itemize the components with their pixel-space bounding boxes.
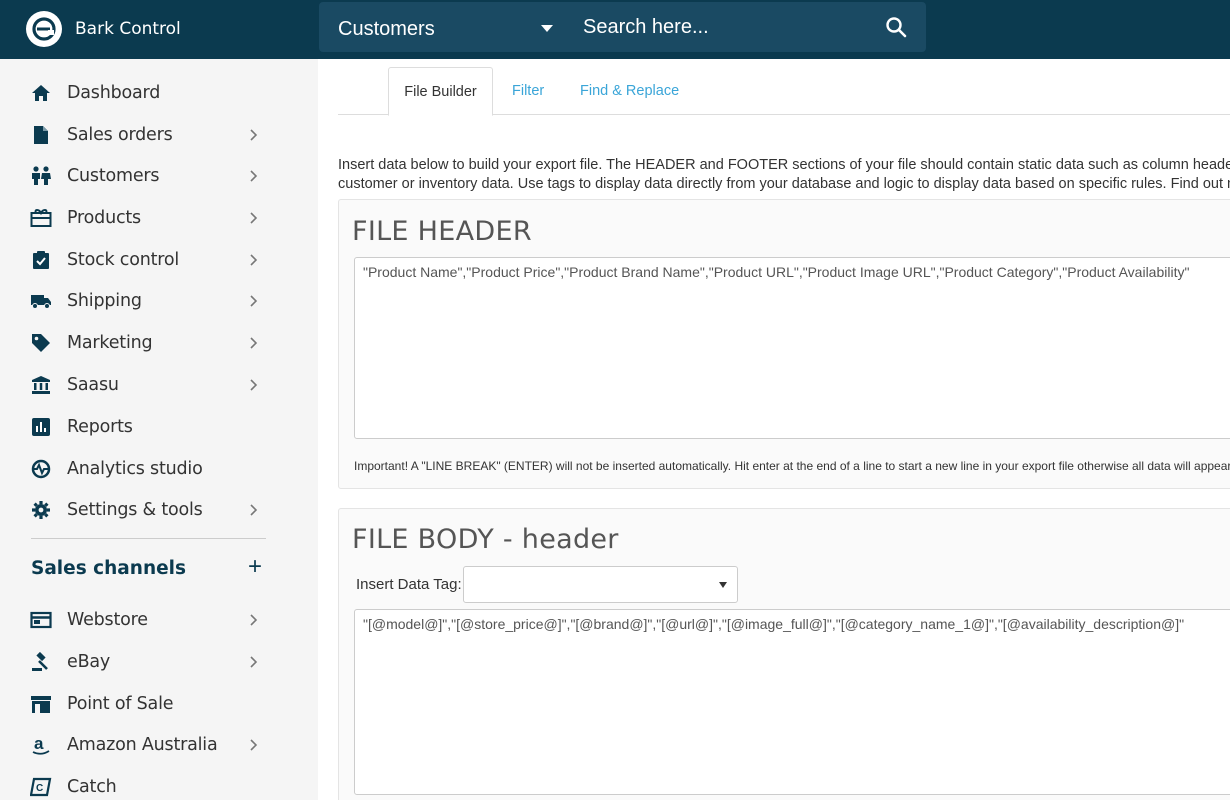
- sidebar-item-label: Saasu: [67, 375, 119, 395]
- storefront-icon: [30, 693, 52, 715]
- bar-chart-icon: [30, 416, 52, 438]
- sidebar-item-label: Point of Sale: [67, 694, 174, 714]
- intro-line-2: customer or inventory data. Use tags to …: [338, 176, 1230, 192]
- file-body-panel: FILE BODY - header Insert Data Tag: "[@m…: [338, 508, 1230, 800]
- svg-text:a: a: [34, 734, 44, 753]
- chevron-right-icon: [248, 737, 260, 753]
- insert-data-tag-label: Insert Data Tag:: [356, 576, 462, 593]
- sidebar-item-label: Marketing: [67, 333, 153, 353]
- sidebar-item-shipping[interactable]: Shipping: [0, 281, 318, 321]
- sidebar-item-settings-tools[interactable]: Settings & tools: [0, 490, 318, 530]
- tab-filter[interactable]: Filter: [512, 67, 544, 115]
- tab-file-builder[interactable]: File Builder: [388, 67, 493, 116]
- tab-find-replace[interactable]: Find & Replace: [580, 67, 679, 115]
- svg-text:C: C: [36, 783, 43, 794]
- file-header-editor[interactable]: "Product Name","Product Price","Product …: [354, 257, 1230, 439]
- intro-text: Insert data below to build your export f…: [338, 156, 1230, 194]
- add-channel-button[interactable]: +: [245, 555, 265, 580]
- gift-box-icon: [30, 207, 52, 229]
- file-body-title: FILE BODY - header: [352, 524, 619, 555]
- search-icon[interactable]: [879, 10, 913, 44]
- chevron-right-icon: [248, 377, 260, 393]
- home-icon: [30, 82, 52, 104]
- caret-down-icon[interactable]: [541, 25, 553, 32]
- chevron-right-icon: [248, 210, 260, 226]
- sidebar-item-products[interactable]: Products: [0, 198, 318, 238]
- truck-icon: [30, 290, 52, 312]
- sidebar-item-label: Analytics studio: [67, 459, 203, 479]
- sidebar-item-label: Reports: [67, 417, 133, 437]
- sidebar-item-label: Settings & tools: [67, 500, 203, 520]
- caret-down-icon: [719, 582, 727, 588]
- amazon-icon: a: [30, 734, 52, 756]
- sidebar-item-marketing[interactable]: Marketing: [0, 323, 318, 363]
- sidebar-item-ebay[interactable]: eBay: [0, 642, 318, 682]
- sidebar-item-amazon-australia[interactable]: a Amazon Australia: [0, 725, 318, 765]
- sidebar-item-label: Products: [67, 208, 141, 228]
- search-bar: Customers: [319, 2, 926, 52]
- chevron-right-icon: [248, 654, 260, 670]
- brand[interactable]: Bark Control: [26, 10, 181, 48]
- top-bar: Bark Control Customers: [0, 0, 1230, 59]
- brand-logo-icon: [26, 11, 62, 47]
- browser-window-icon: [30, 609, 52, 631]
- sidebar-item-dashboard[interactable]: Dashboard: [0, 73, 318, 113]
- file-body-editor[interactable]: "[@model@]","[@store_price@]","[@brand@]…: [354, 609, 1230, 795]
- analytics-icon: [30, 458, 52, 480]
- sidebar-item-customers[interactable]: Customers: [0, 156, 318, 196]
- catch-icon: C: [30, 776, 52, 798]
- document-icon: [30, 124, 52, 146]
- chevron-right-icon: [248, 252, 260, 268]
- insert-data-tag-select[interactable]: [463, 566, 738, 603]
- sidebar-item-stock-control[interactable]: Stock control: [0, 240, 318, 280]
- sidebar-item-analytics-studio[interactable]: Analytics studio: [0, 449, 318, 489]
- sidebar-item-label: Stock control: [67, 250, 180, 270]
- app-name: Bark Control: [75, 19, 181, 39]
- sidebar-item-label: Shipping: [67, 291, 142, 311]
- sidebar-item-sales-orders[interactable]: Sales orders: [0, 115, 318, 155]
- gavel-icon: [30, 651, 52, 673]
- chevron-right-icon: [248, 168, 260, 184]
- gear-icon: [30, 499, 52, 521]
- sales-channels-title: Sales channels: [31, 558, 187, 579]
- sidebar-item-label: Catch: [67, 777, 117, 797]
- sidebar-item-reports[interactable]: Reports: [0, 407, 318, 447]
- sidebar-item-label: Customers: [67, 166, 160, 186]
- sidebar-item-label: Sales orders: [67, 125, 173, 145]
- chevron-right-icon: [248, 502, 260, 518]
- sidebar-item-catch[interactable]: C Catch: [0, 767, 318, 807]
- file-header-title: FILE HEADER: [352, 216, 532, 247]
- search-scope-select[interactable]: Customers: [338, 18, 435, 41]
- chevron-right-icon: [248, 293, 260, 309]
- intro-line-1: Insert data below to build your export f…: [338, 157, 1230, 173]
- main-content: File Builder Filter Find & Replace Inser…: [318, 59, 1230, 800]
- people-icon: [30, 165, 52, 187]
- search-input[interactable]: [583, 10, 873, 44]
- chevron-right-icon: [248, 335, 260, 351]
- sidebar-item-label: Webstore: [67, 610, 148, 630]
- bank-icon: [30, 374, 52, 396]
- tag-icon: [30, 332, 52, 354]
- sidebar-item-label: eBay: [67, 652, 111, 672]
- tab-bar: File Builder Filter Find & Replace: [338, 67, 1230, 116]
- chevron-right-icon: [248, 127, 260, 143]
- sidebar-item-point-of-sale[interactable]: Point of Sale: [0, 684, 318, 724]
- sidebar: Dashboard Sales orders Customers Product…: [0, 59, 318, 800]
- sidebar-item-saasu[interactable]: Saasu: [0, 365, 318, 405]
- sidebar-item-webstore[interactable]: Webstore: [0, 600, 318, 640]
- sidebar-divider: [31, 538, 266, 539]
- chevron-right-icon: [248, 612, 260, 628]
- file-header-panel: FILE HEADER "Product Name","Product Pric…: [338, 199, 1230, 489]
- sidebar-item-label: Dashboard: [67, 83, 161, 103]
- line-break-note: Important! A "LINE BREAK" (ENTER) will n…: [354, 459, 1230, 473]
- sidebar-item-label: Amazon Australia: [67, 735, 218, 755]
- clipboard-check-icon: [30, 249, 52, 271]
